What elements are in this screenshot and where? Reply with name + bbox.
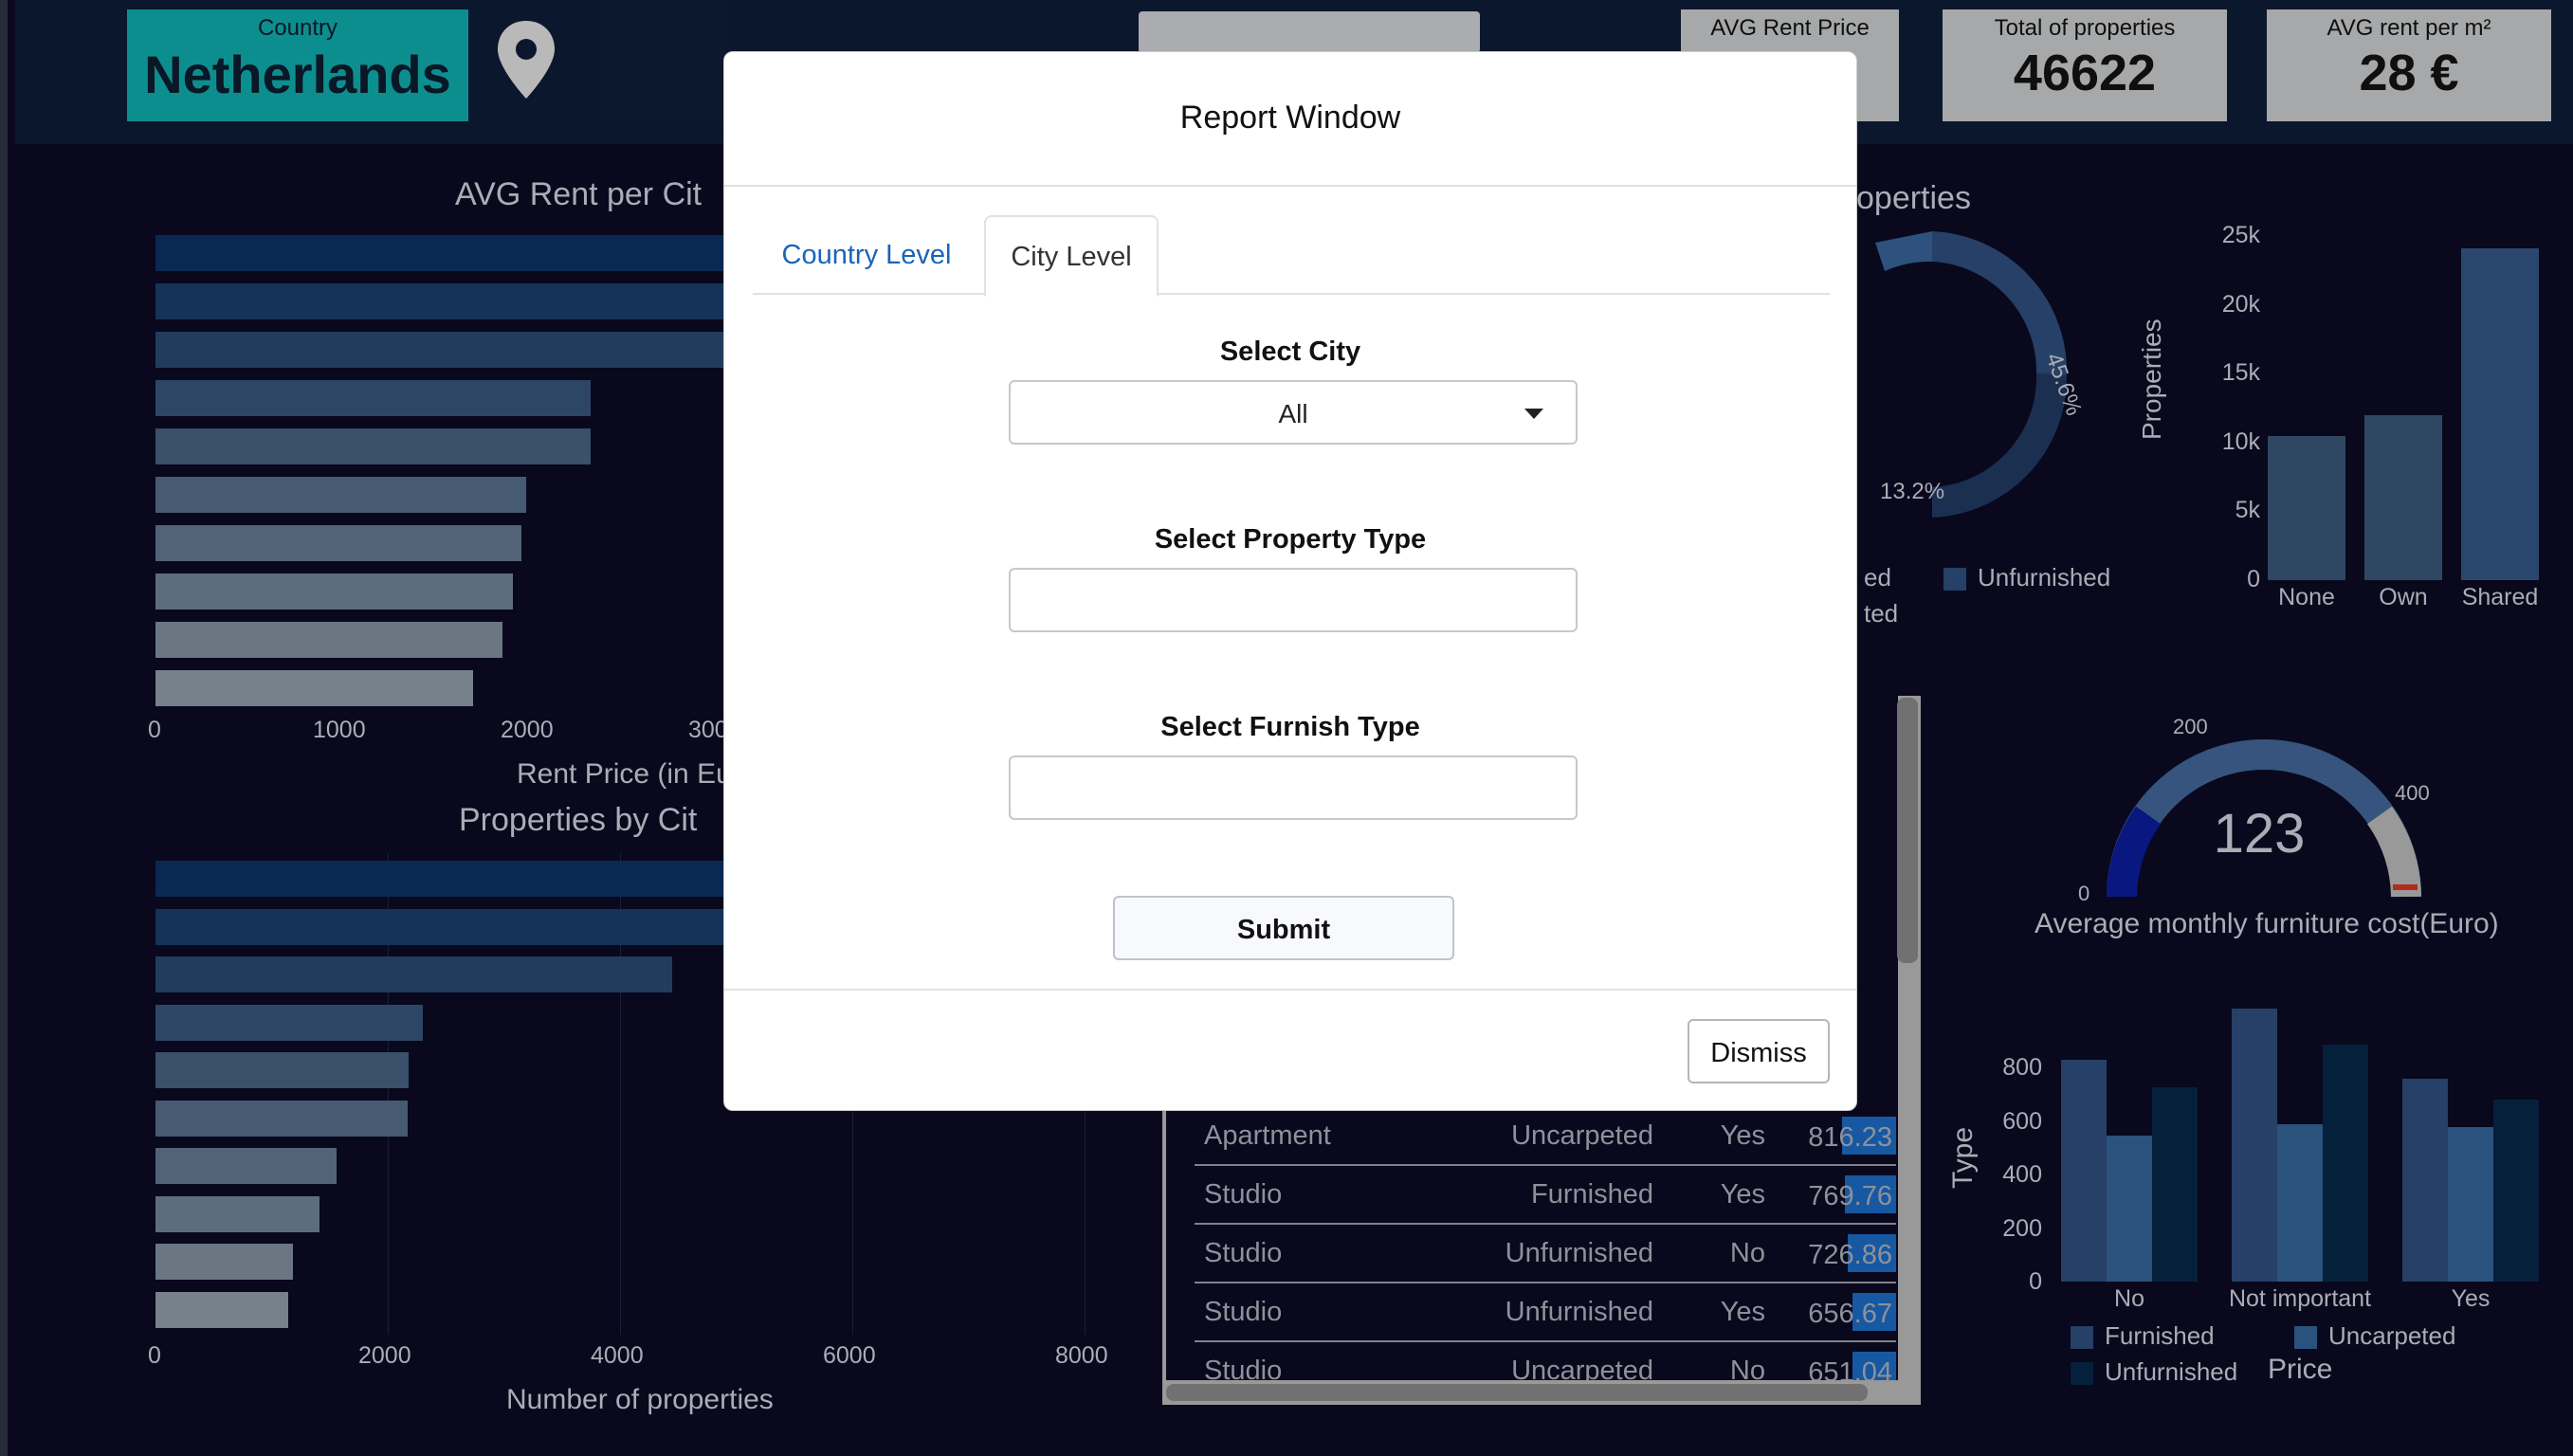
tab-country-level[interactable]: Country Level bbox=[753, 215, 980, 295]
modal-tabs: Country Level City Level bbox=[753, 215, 1830, 297]
modal-header-divider bbox=[724, 185, 1856, 187]
select-property-type-label: Select Property Type bbox=[1154, 524, 1427, 555]
dismiss-button[interactable]: Dismiss bbox=[1688, 1019, 1830, 1083]
select-furnish-type-field[interactable] bbox=[1009, 755, 1578, 820]
select-furnish-type-label: Select Furnish Type bbox=[1160, 712, 1420, 742]
modal-title: Report Window bbox=[1179, 100, 1401, 136]
select-city-dropdown[interactable]: All bbox=[1009, 380, 1578, 445]
submit-button[interactable]: Submit bbox=[1113, 896, 1454, 960]
tab-city-level[interactable]: City Level bbox=[984, 215, 1159, 297]
caret-down-icon bbox=[1524, 409, 1543, 419]
select-property-type-field[interactable] bbox=[1009, 568, 1578, 632]
modal-footer-divider bbox=[724, 989, 1856, 991]
report-modal: Report Window Country Level City Level S… bbox=[723, 51, 1857, 1111]
select-city-label: Select City bbox=[1219, 337, 1361, 367]
select-city-value: All bbox=[1278, 399, 1308, 428]
